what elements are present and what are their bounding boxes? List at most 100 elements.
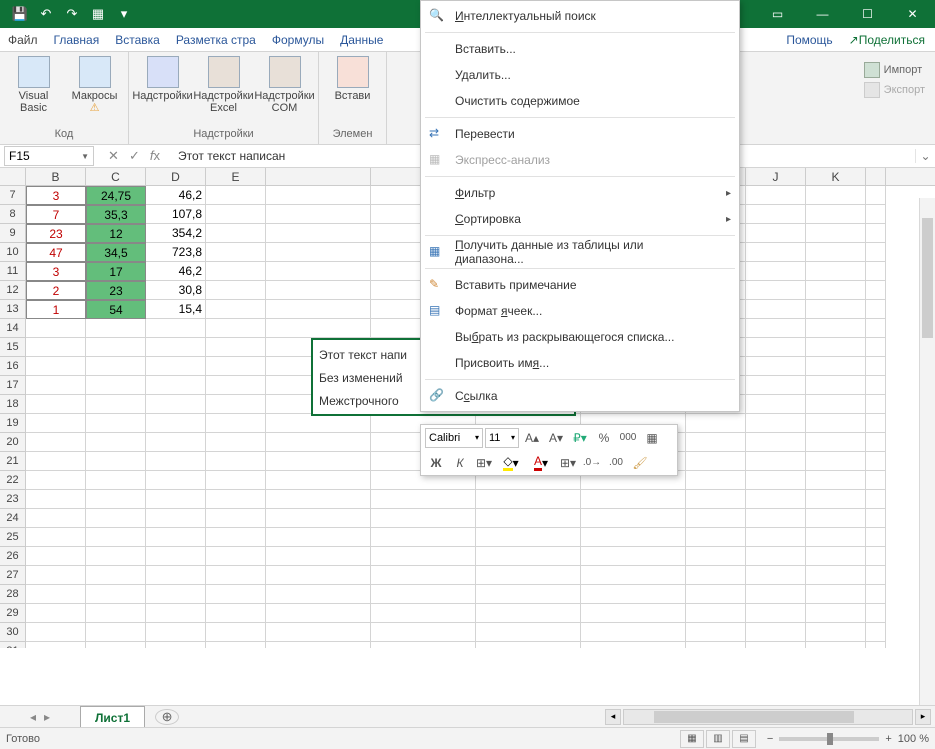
- cell[interactable]: [806, 186, 866, 205]
- cell[interactable]: [206, 262, 266, 281]
- cell[interactable]: [806, 547, 866, 566]
- cell[interactable]: [26, 376, 86, 395]
- cell[interactable]: [581, 547, 686, 566]
- cell[interactable]: [266, 262, 371, 281]
- cell[interactable]: [206, 452, 266, 471]
- col-header[interactable]: B: [26, 168, 86, 185]
- cell[interactable]: [866, 642, 886, 648]
- row-header[interactable]: 11: [0, 262, 26, 281]
- cell[interactable]: [476, 528, 581, 547]
- cell[interactable]: [866, 566, 886, 585]
- cell[interactable]: [866, 224, 886, 243]
- cell[interactable]: [146, 414, 206, 433]
- cell[interactable]: [26, 395, 86, 414]
- minimize-button[interactable]: —: [800, 0, 845, 28]
- cell[interactable]: [206, 224, 266, 243]
- cell[interactable]: [146, 528, 206, 547]
- ctx-paste[interactable]: Вставить...: [421, 36, 739, 62]
- fx-icon[interactable]: fx: [150, 148, 160, 164]
- row-header[interactable]: 10: [0, 243, 26, 262]
- cell[interactable]: [146, 433, 206, 452]
- cell[interactable]: [206, 243, 266, 262]
- ctx-delete[interactable]: Удалить...: [421, 62, 739, 88]
- cell[interactable]: [206, 604, 266, 623]
- cell[interactable]: [86, 509, 146, 528]
- cell[interactable]: 1: [26, 300, 86, 319]
- cell[interactable]: [86, 566, 146, 585]
- cell[interactable]: [86, 490, 146, 509]
- cell[interactable]: [806, 623, 866, 642]
- calc-icon[interactable]: ▦: [86, 2, 110, 26]
- scroll-left-icon[interactable]: ◂: [605, 709, 621, 725]
- cell[interactable]: [746, 623, 806, 642]
- row-header[interactable]: 28: [0, 585, 26, 604]
- cell[interactable]: [86, 585, 146, 604]
- qat-more-icon[interactable]: ▾: [112, 2, 136, 26]
- cell[interactable]: 3: [26, 186, 86, 205]
- cell[interactable]: 7: [26, 205, 86, 224]
- cell[interactable]: [866, 357, 886, 376]
- cell[interactable]: [266, 642, 371, 648]
- cell[interactable]: [26, 623, 86, 642]
- cell[interactable]: [26, 357, 86, 376]
- cell[interactable]: [266, 433, 371, 452]
- cell[interactable]: [86, 414, 146, 433]
- cell[interactable]: [371, 585, 476, 604]
- cell[interactable]: 35,3: [86, 205, 146, 224]
- cell[interactable]: [86, 452, 146, 471]
- cell[interactable]: [746, 224, 806, 243]
- tool-visual-basic[interactable]: VisualBasic: [6, 56, 61, 114]
- row-header[interactable]: 29: [0, 604, 26, 623]
- maximize-button[interactable]: ☐: [845, 0, 890, 28]
- cell[interactable]: [146, 509, 206, 528]
- cell[interactable]: 54: [86, 300, 146, 319]
- cell[interactable]: 107,8: [146, 205, 206, 224]
- cell[interactable]: [266, 490, 371, 509]
- tab-formulas[interactable]: Формулы: [264, 28, 332, 52]
- cell[interactable]: [866, 376, 886, 395]
- cell[interactable]: [866, 509, 886, 528]
- cell[interactable]: [266, 547, 371, 566]
- italic-button[interactable]: К: [449, 452, 471, 474]
- ctx-clear[interactable]: Очистить содержимое: [421, 88, 739, 114]
- cell[interactable]: [746, 490, 806, 509]
- cell[interactable]: [206, 566, 266, 585]
- borders-grid-icon[interactable]: ⊞▾: [557, 452, 579, 474]
- cell[interactable]: [746, 642, 806, 648]
- row-header[interactable]: 22: [0, 471, 26, 490]
- cell[interactable]: 23: [86, 281, 146, 300]
- font-family-combo[interactable]: Calibri▾: [425, 428, 483, 448]
- cell[interactable]: [206, 319, 266, 338]
- cell[interactable]: [146, 642, 206, 648]
- cell[interactable]: [806, 205, 866, 224]
- cell[interactable]: [206, 205, 266, 224]
- cell[interactable]: [806, 357, 866, 376]
- cell[interactable]: [26, 338, 86, 357]
- cell[interactable]: [266, 281, 371, 300]
- col-header[interactable]: J: [746, 168, 806, 185]
- cell[interactable]: [581, 642, 686, 648]
- cell[interactable]: [746, 281, 806, 300]
- cell[interactable]: [371, 623, 476, 642]
- cell[interactable]: [146, 471, 206, 490]
- cell[interactable]: [746, 262, 806, 281]
- cell[interactable]: [806, 338, 866, 357]
- cell[interactable]: [206, 357, 266, 376]
- cell[interactable]: [581, 623, 686, 642]
- cell[interactable]: [146, 585, 206, 604]
- cell[interactable]: [371, 528, 476, 547]
- cell[interactable]: [26, 547, 86, 566]
- tool-macros[interactable]: Макросы⚠: [67, 56, 122, 114]
- cancel-icon[interactable]: ✕: [108, 148, 119, 164]
- tab-help[interactable]: Помощь: [778, 28, 840, 52]
- cell[interactable]: [146, 452, 206, 471]
- cell[interactable]: [266, 623, 371, 642]
- cell[interactable]: [746, 585, 806, 604]
- cell[interactable]: [806, 490, 866, 509]
- col-header[interactable]: D: [146, 168, 206, 185]
- tool-import[interactable]: Импорт: [860, 60, 926, 80]
- prev-sheet-icon[interactable]: ◂: [30, 710, 36, 724]
- cell[interactable]: [746, 471, 806, 490]
- cell[interactable]: [806, 471, 866, 490]
- cell[interactable]: 3: [26, 262, 86, 281]
